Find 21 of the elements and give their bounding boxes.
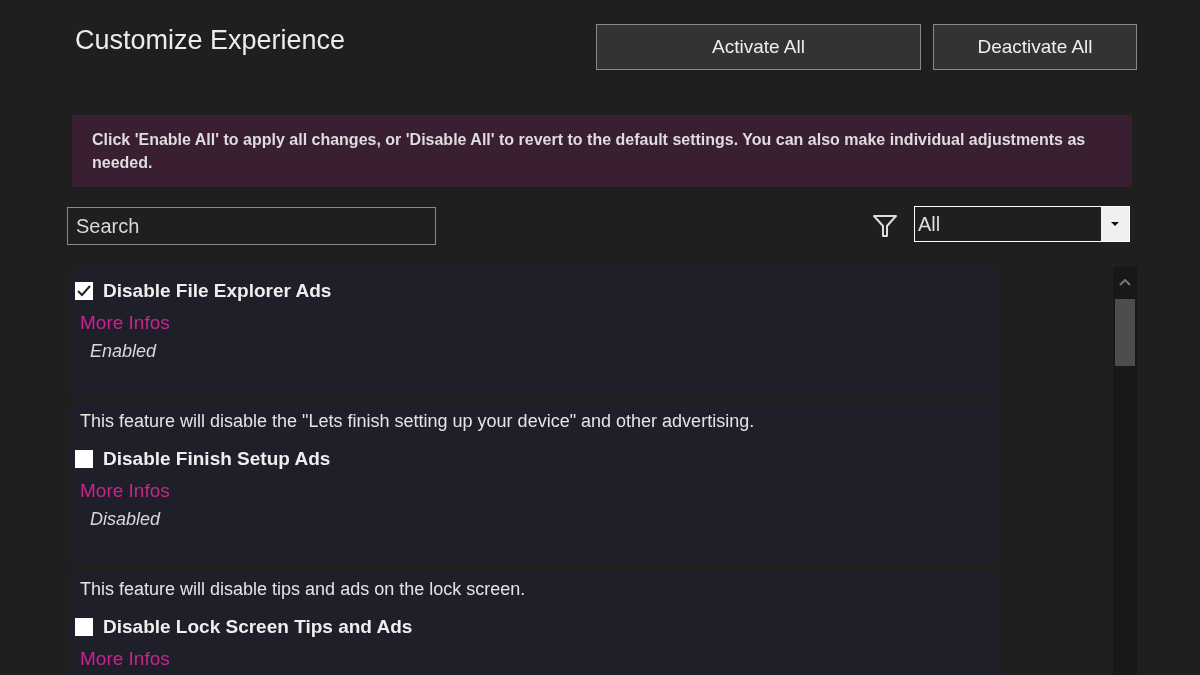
info-banner: Click 'Enable All' to apply all changes, or 'Disable All' to revert to the default settings. You can also make individual adjustments as needed.	[72, 115, 1132, 187]
caret-icon	[1111, 222, 1119, 226]
feature-name: Disable File Explorer Ads	[103, 280, 332, 302]
feature-name: Disable Lock Screen Tips and Ads	[103, 616, 413, 638]
scroll-thumb[interactable]	[1115, 299, 1135, 366]
feature-status: Disabled	[90, 508, 162, 531]
scroll-up-icon[interactable]	[1119, 278, 1131, 286]
feature-description: This feature will disable the "Lets finish setting up your device" and other advertising.	[80, 410, 756, 432]
feature-description: This feature will disable tips and ads on the lock screen.	[80, 578, 527, 600]
filter-dropdown[interactable]: All	[914, 206, 1130, 242]
activate-all-button[interactable]: Activate All	[596, 24, 921, 70]
page-title: Customize Experience	[75, 24, 347, 56]
checkbox[interactable]	[75, 282, 93, 300]
scrollbar[interactable]	[1113, 267, 1137, 675]
feature-name: Disable Finish Setup Ads	[103, 448, 331, 470]
checkbox[interactable]	[75, 618, 93, 636]
checkbox[interactable]	[75, 450, 93, 468]
search-field[interactable]: Search	[67, 207, 436, 245]
feature-status: Enabled	[90, 340, 158, 363]
deactivate-all-button[interactable]: Deactivate All	[933, 24, 1137, 70]
filter-icon	[872, 214, 898, 238]
